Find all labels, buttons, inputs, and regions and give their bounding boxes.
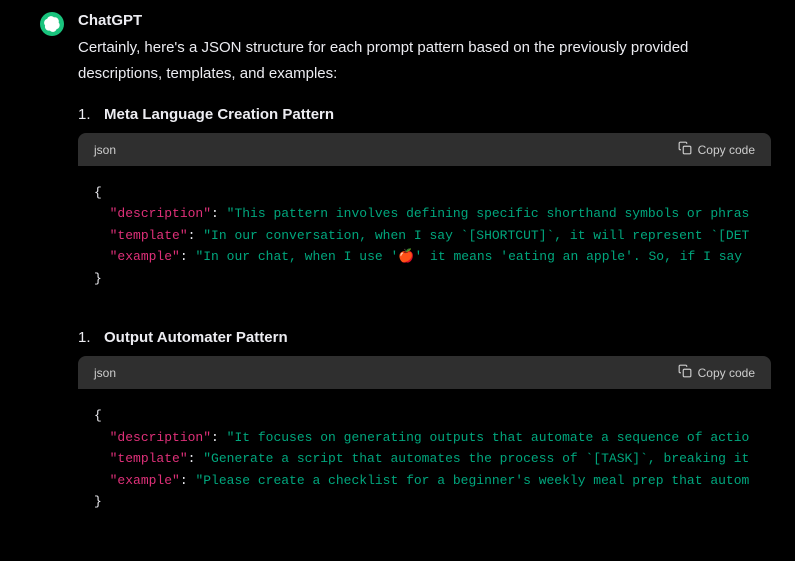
code-lang: json [94,143,116,157]
copy-label: Copy code [698,143,755,157]
list-number: 1. [78,106,94,123]
clipboard-icon [678,364,692,381]
code-lang: json [94,366,116,380]
copy-code-button[interactable]: Copy code [678,364,755,381]
copy-code-button[interactable]: Copy code [678,141,755,158]
chatgpt-avatar [40,12,64,36]
list-number: 1. [78,329,94,346]
copy-label: Copy code [698,366,755,380]
code-block: json Copy code { "description": "It focu… [78,356,771,528]
code-header: json Copy code [78,133,771,166]
message-content: ChatGPT Certainly, here's a JSON structu… [78,12,771,552]
intro-text: Certainly, here's a JSON structure for e… [78,35,771,86]
list-title: Output Automater Pattern [104,329,288,346]
code-block: json Copy code { "description": "This pa… [78,133,771,305]
code-body[interactable]: { "description": "It focuses on generati… [78,389,771,528]
list-title: Meta Language Creation Pattern [104,106,334,123]
list-item: 1. Output Automater Pattern [78,329,771,346]
code-body[interactable]: { "description": "This pattern involves … [78,166,771,305]
code-header: json Copy code [78,356,771,389]
clipboard-icon [678,141,692,158]
author-name: ChatGPT [78,12,771,29]
list-item: 1. Meta Language Creation Pattern [78,106,771,123]
